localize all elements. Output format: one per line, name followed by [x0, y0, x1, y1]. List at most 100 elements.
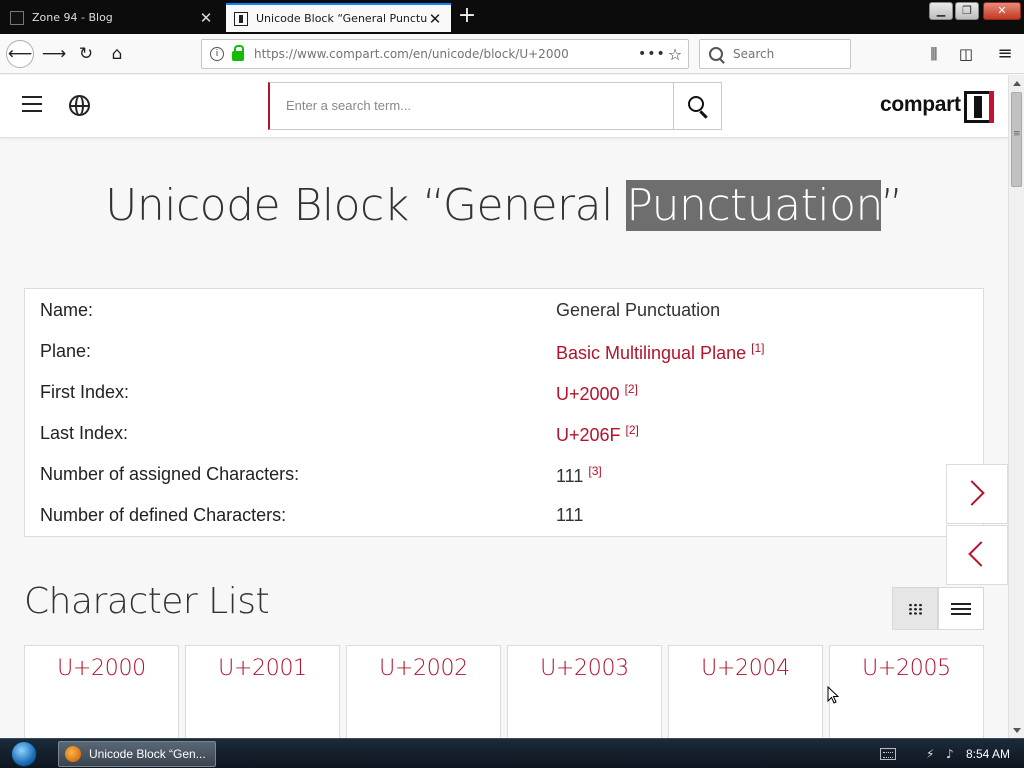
arrow-left-icon: ⟵	[7, 44, 33, 64]
scroll-down-icon[interactable]	[1013, 728, 1021, 733]
search-icon	[709, 47, 723, 61]
info-label: Name:	[40, 300, 94, 320]
chevron-right-icon	[959, 480, 985, 506]
site-search-input[interactable]: Enter a search term...	[268, 82, 674, 130]
tab-close-icon[interactable]: ✕	[198, 10, 214, 26]
new-tab-button[interactable]: +	[456, 5, 478, 27]
url-text[interactable]: https://www.compart.com/en/unicode/block…	[254, 47, 638, 61]
character-tile[interactable]: U+2005	[829, 645, 984, 738]
title-part: Unicode Block “General	[105, 180, 627, 231]
search-icon	[688, 96, 704, 112]
first-index-link[interactable]: U+2000	[556, 384, 620, 404]
plane-link[interactable]: Basic Multilingual Plane	[556, 343, 746, 363]
info-value-link[interactable]: U+2000 [2]	[556, 382, 638, 405]
assigned-count: 111	[556, 466, 584, 486]
next-block-button[interactable]	[946, 464, 1008, 524]
info-label: Number of defined Characters:	[40, 505, 287, 525]
start-button[interactable]	[6, 740, 42, 768]
window-restore-button[interactable]: ❐	[955, 2, 979, 20]
info-row-name: Name: General Punctuation	[40, 300, 970, 330]
forward-button[interactable]: ⟶	[40, 40, 68, 68]
info-row-plane: Plane: Basic Multilingual Plane [1]	[40, 341, 970, 371]
arrow-right-icon: ⟶	[41, 44, 67, 64]
info-value: 111	[556, 505, 584, 525]
character-tile[interactable]: U+2001	[185, 645, 340, 738]
bookmark-star-icon[interactable]: ☆	[662, 45, 688, 64]
list-icon	[951, 603, 971, 605]
site-search-button[interactable]	[673, 82, 722, 130]
character-grid: U+2000 U+2001 U+2002 U+2003 U+2004 U+200…	[24, 645, 984, 738]
scrollbar-thumb[interactable]	[1011, 92, 1022, 187]
scroll-up-icon[interactable]	[1013, 81, 1021, 86]
page-scrollbar[interactable]	[1008, 75, 1024, 738]
site-info-icon[interactable]: i	[210, 47, 224, 61]
footnote-ref[interactable]: [2]	[625, 382, 638, 396]
page-viewport: Enter a search term... compart Unicode B…	[0, 75, 1008, 738]
windows-logo-icon	[11, 741, 37, 767]
home-button[interactable]: ⌂	[103, 40, 131, 68]
window-minimize-button[interactable]: ▁	[929, 2, 953, 20]
window-close-button[interactable]: ✕	[983, 2, 1021, 20]
character-tile[interactable]: U+2003	[507, 645, 662, 738]
list-view-button[interactable]	[938, 587, 984, 630]
tab-strip: Zone 94 - Blog ✕ Unicode Block “General …	[0, 0, 1024, 34]
hamburger-menu-icon[interactable]: ≡	[993, 42, 1017, 66]
navigation-toolbar: ⟵ ⟶ ↻ ⌂ i https://www.compart.com/en/uni…	[0, 34, 1024, 74]
url-domain: https://www.compart.com	[254, 47, 409, 61]
logo-mark-icon	[964, 91, 994, 123]
reload-icon: ↻	[78, 44, 94, 64]
network-icon[interactable]: ⚡	[926, 747, 940, 761]
volume-icon[interactable]: ♪	[946, 747, 960, 761]
character-tile[interactable]: U+2002	[346, 645, 501, 738]
url-bar[interactable]: i https://www.compart.com/en/unicode/blo…	[201, 39, 689, 69]
search-placeholder: Search	[733, 47, 775, 61]
browser-search-input[interactable]: Search	[699, 39, 851, 69]
info-row-first-index: First Index: U+2000 [2]	[40, 382, 970, 412]
character-tile[interactable]: U+2000	[24, 645, 179, 738]
site-menu-icon[interactable]	[22, 96, 42, 112]
info-value-link[interactable]: Basic Multilingual Plane [1]	[556, 341, 764, 364]
character-list-heading: Character List	[24, 581, 270, 622]
info-label: Last Index:	[40, 423, 129, 443]
grid-view-button[interactable]	[892, 587, 938, 630]
tab-unicode-block[interactable]: Unicode Block “General Punctuation” ✕	[226, 3, 451, 32]
site-favicon-icon	[10, 10, 24, 25]
previous-block-button[interactable]	[946, 525, 1008, 585]
info-row-defined: Number of defined Characters: 111	[40, 505, 970, 535]
chevron-left-icon	[968, 541, 994, 567]
info-value: 111 [3]	[556, 464, 602, 487]
info-label: First Index:	[40, 382, 130, 402]
tab-title: Unicode Block “General Punctuation”	[256, 12, 427, 25]
info-label: Number of assigned Characters:	[40, 464, 300, 484]
taskbar-window-button[interactable]: Unicode Block “Gen...	[58, 741, 216, 767]
compart-favicon-icon	[234, 11, 248, 26]
keyboard-icon[interactable]	[880, 748, 896, 760]
footnote-ref[interactable]: [2]	[626, 423, 639, 437]
back-button[interactable]: ⟵	[6, 40, 34, 68]
footnote-ref[interactable]: [3]	[588, 464, 601, 478]
info-row-last-index: Last Index: U+206F [2]	[40, 423, 970, 453]
tab-title: Zone 94 - Blog	[32, 11, 113, 24]
globe-icon[interactable]	[69, 95, 90, 116]
tab-close-icon[interactable]: ✕	[427, 11, 443, 27]
logo-text: compart	[880, 93, 961, 116]
info-label: Plane:	[40, 341, 92, 361]
last-index-link[interactable]: U+206F	[556, 425, 621, 445]
title-highlighted-text: Punctuation	[626, 180, 881, 231]
tab-zone94-blog[interactable]: Zone 94 - Blog ✕	[2, 3, 222, 32]
site-header: Enter a search term... compart	[0, 75, 1008, 138]
os-taskbar: Unicode Block “Gen... ⚡ ♪ 8:54 AM	[0, 738, 1024, 768]
info-value-link[interactable]: U+206F [2]	[556, 423, 639, 446]
footnote-ref[interactable]: [1]	[751, 341, 764, 355]
block-info-table: Name: General Punctuation Plane: Basic M…	[24, 288, 984, 537]
compart-logo[interactable]: compart	[880, 89, 994, 123]
character-tile[interactable]: U+2004	[668, 645, 823, 738]
reload-button[interactable]: ↻	[72, 40, 100, 68]
firefox-icon	[65, 746, 81, 762]
sidebar-toggle-icon[interactable]: ◫	[954, 42, 978, 66]
lock-icon[interactable]	[232, 45, 244, 61]
system-clock[interactable]: 8:54 AM	[966, 747, 1012, 761]
library-icon[interactable]: ⫼	[922, 42, 946, 66]
page-actions-icon[interactable]: •••	[638, 46, 665, 62]
page-title: Unicode Block “General Punctuation”	[0, 180, 1008, 231]
